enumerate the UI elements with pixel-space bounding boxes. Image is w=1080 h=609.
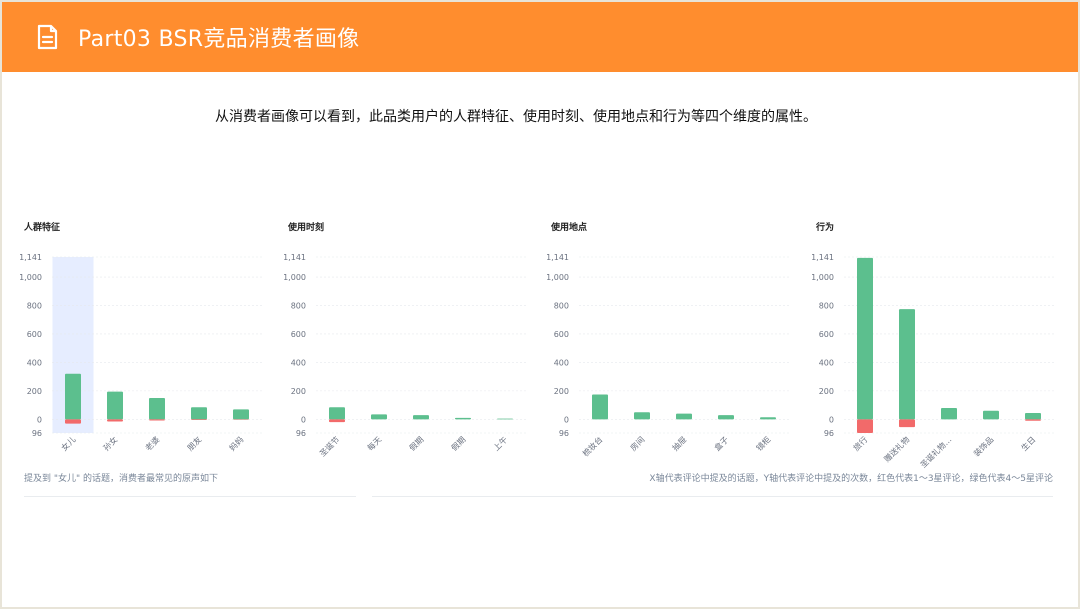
page-title: Part03 BSR竞品消费者画像 [78,27,360,52]
y-tick-label: 800 [291,302,306,311]
x-tick-label: 假期 [408,435,426,453]
bar-positive [718,415,734,420]
bar-positive [455,417,471,420]
y-tick-label: 400 [554,358,569,367]
y-tick-label: 96 [824,429,834,438]
bar-positive [941,407,957,420]
bar-positive [899,309,915,420]
y-tick-label: 96 [32,429,42,438]
bar-positive [983,410,999,420]
y-tick-label: 200 [554,387,569,396]
bar-positive [329,407,345,420]
y-tick-label: 600 [819,330,834,339]
y-tick-label: 1,141 [811,253,834,262]
y-tick-label: 200 [291,387,306,396]
divider-left [24,496,356,497]
bar-positive [676,413,692,420]
y-tick-label: 600 [291,330,306,339]
bar-positive [413,415,429,420]
y-tick-label: 400 [27,358,42,367]
x-tick-label: 抽屉 [670,434,688,452]
bar-negative [65,419,81,424]
bar-negative [1025,419,1041,421]
x-tick-label: 盒子 [712,434,730,452]
chart-time: 1,141 1,000 800 600 400 200 0 96 圣诞节 每天 假期 假期 上午 [283,253,526,458]
y-tick-label: 0 [564,415,569,424]
bar-positive [149,397,165,420]
x-tick-label: 孙女 [101,434,119,452]
footnote-right: X轴代表评论中提及的话题，Y轴代表评论中提及的次数，红色代表1～3星评论，绿色代… [649,474,1053,484]
bar-negative [107,419,123,422]
y-tick-label: 0 [37,415,42,424]
y-tick-label: 800 [819,302,834,311]
bar-positive [107,391,123,420]
bar-positive [371,414,387,420]
bar-positive [191,407,207,420]
slide-header: Part03 BSR竞品消费者画像 [2,2,1078,72]
intro-text: 从消费者画像可以看到，此品类用户的人群特征、使用时刻、使用地点和行为等四个维度的… [215,109,817,125]
x-tick-label: 妈妈 [227,434,245,452]
y-tick-label: 1,141 [546,253,569,262]
y-tick-label: 1,141 [283,253,306,262]
x-tick-label: 每天 [365,434,383,452]
bar-negative [191,419,207,421]
x-tick-label: 圣诞礼物… [918,434,953,469]
bar-positive [233,409,249,420]
y-tick-label: 200 [819,387,834,396]
y-tick-label: 96 [559,429,569,438]
chart-title-time: 使用时刻 [288,223,325,233]
x-tick-label: 老婆 [143,434,161,452]
bar-negative [329,419,345,423]
chart-behavior: 1,141 1,000 800 600 400 200 0 96 旅行 赠送礼物 圣诞礼物… 装饰品 生… [811,253,1054,470]
x-tick-label: 生日 [1019,434,1037,452]
y-tick-label: 96 [296,429,306,438]
x-tick-label: 旅行 [851,434,869,452]
y-tick-label: 1,000 [283,273,306,282]
y-tick-label: 1,141 [19,253,42,262]
chart-title-crowd: 人群特征 [24,223,61,233]
document-icon [37,24,58,50]
y-tick-label: 400 [819,358,834,367]
x-tick-label: 朋友 [185,434,203,452]
chart-place: 1,141 1,000 800 600 400 200 0 96 梳妆台 房间 抽屉 盒子 镜柜 [546,253,789,458]
x-tick-label: 镜柜 [754,434,772,452]
x-tick-label: 圣诞节 [318,435,341,458]
chart-title-place: 使用地点 [551,223,588,233]
x-tick-label: 装饰品 [971,434,995,458]
footnote-left: 提及到 "女儿" 的话题，消费者最常见的原声如下 [24,474,219,484]
y-tick-label: 1,000 [546,273,569,282]
bar-positive [634,412,650,420]
y-tick-label: 0 [829,415,834,424]
bar-positive [857,257,873,420]
bar-negative [857,419,873,433]
bar-negative [899,419,915,428]
x-tick-label: 房间 [628,434,646,452]
x-tick-label: 赠送礼物 [882,434,912,464]
y-tick-label: 1,000 [811,273,834,282]
bar-positive [592,394,608,420]
divider-right [372,496,1053,497]
bar-positive [497,418,513,420]
y-tick-label: 1,000 [19,273,42,282]
y-tick-label: 400 [291,358,306,367]
y-tick-label: 600 [554,330,569,339]
y-tick-label: 800 [554,302,569,311]
x-tick-label: 上午 [491,434,509,452]
bar-positive [1025,412,1041,420]
x-tick-label: 女儿 [59,434,77,452]
y-tick-label: 0 [301,415,306,424]
bar-negative [149,419,165,421]
y-tick-label: 800 [27,302,42,311]
x-tick-label: 梳妆台 [580,434,604,458]
chart-title-behavior: 行为 [816,223,835,233]
x-tick-label: 假期 [450,435,468,453]
bar-positive [65,373,81,420]
bar-positive [760,417,776,420]
y-tick-label: 200 [27,387,42,396]
chart-crowd: 1,141 1,000 800 600 400 200 0 96 女儿 孙女 老婆 朋友 妈妈 [19,253,262,453]
y-tick-label: 600 [27,330,42,339]
